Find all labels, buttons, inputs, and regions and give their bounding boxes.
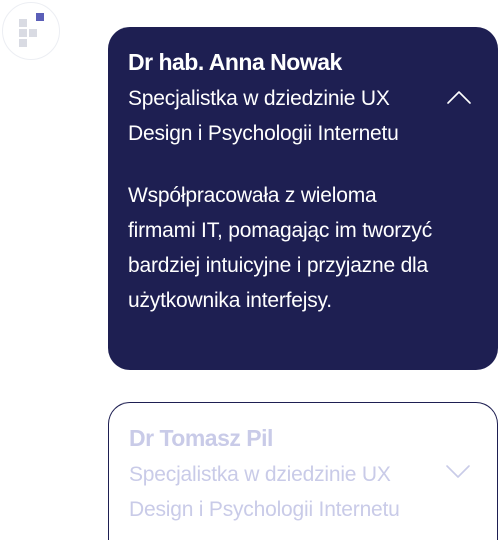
logo bbox=[2, 2, 60, 60]
expert-name: Dr Tomasz Pil bbox=[129, 425, 273, 451]
page: Dr hab. Anna Nowak Specjalistka w dziedz… bbox=[0, 0, 498, 540]
logo-accent-square bbox=[36, 13, 44, 21]
logo-square bbox=[19, 39, 27, 47]
logo-square bbox=[29, 29, 37, 37]
accordion-item-tomasz-pil[interactable]: Dr Tomasz Pil Specjalistka w dziedzinie … bbox=[108, 402, 498, 540]
expert-name: Dr hab. Anna Nowak bbox=[128, 49, 342, 75]
accordion-item-anna-nowak[interactable]: Dr hab. Anna Nowak Specjalistka w dziedz… bbox=[108, 27, 498, 370]
chevron-up-icon[interactable] bbox=[446, 89, 472, 105]
expert-role: Specjalistka w dziedzinie UX Design i Ps… bbox=[128, 87, 399, 145]
expert-role: Specjalistka w dziedzinie UX Design i Ps… bbox=[129, 463, 400, 521]
chevron-down-icon[interactable] bbox=[445, 463, 471, 479]
expert-bio: Współpracowała z wieloma firmami IT, pom… bbox=[128, 184, 432, 312]
logo-square bbox=[19, 29, 27, 37]
logo-square bbox=[19, 19, 27, 27]
